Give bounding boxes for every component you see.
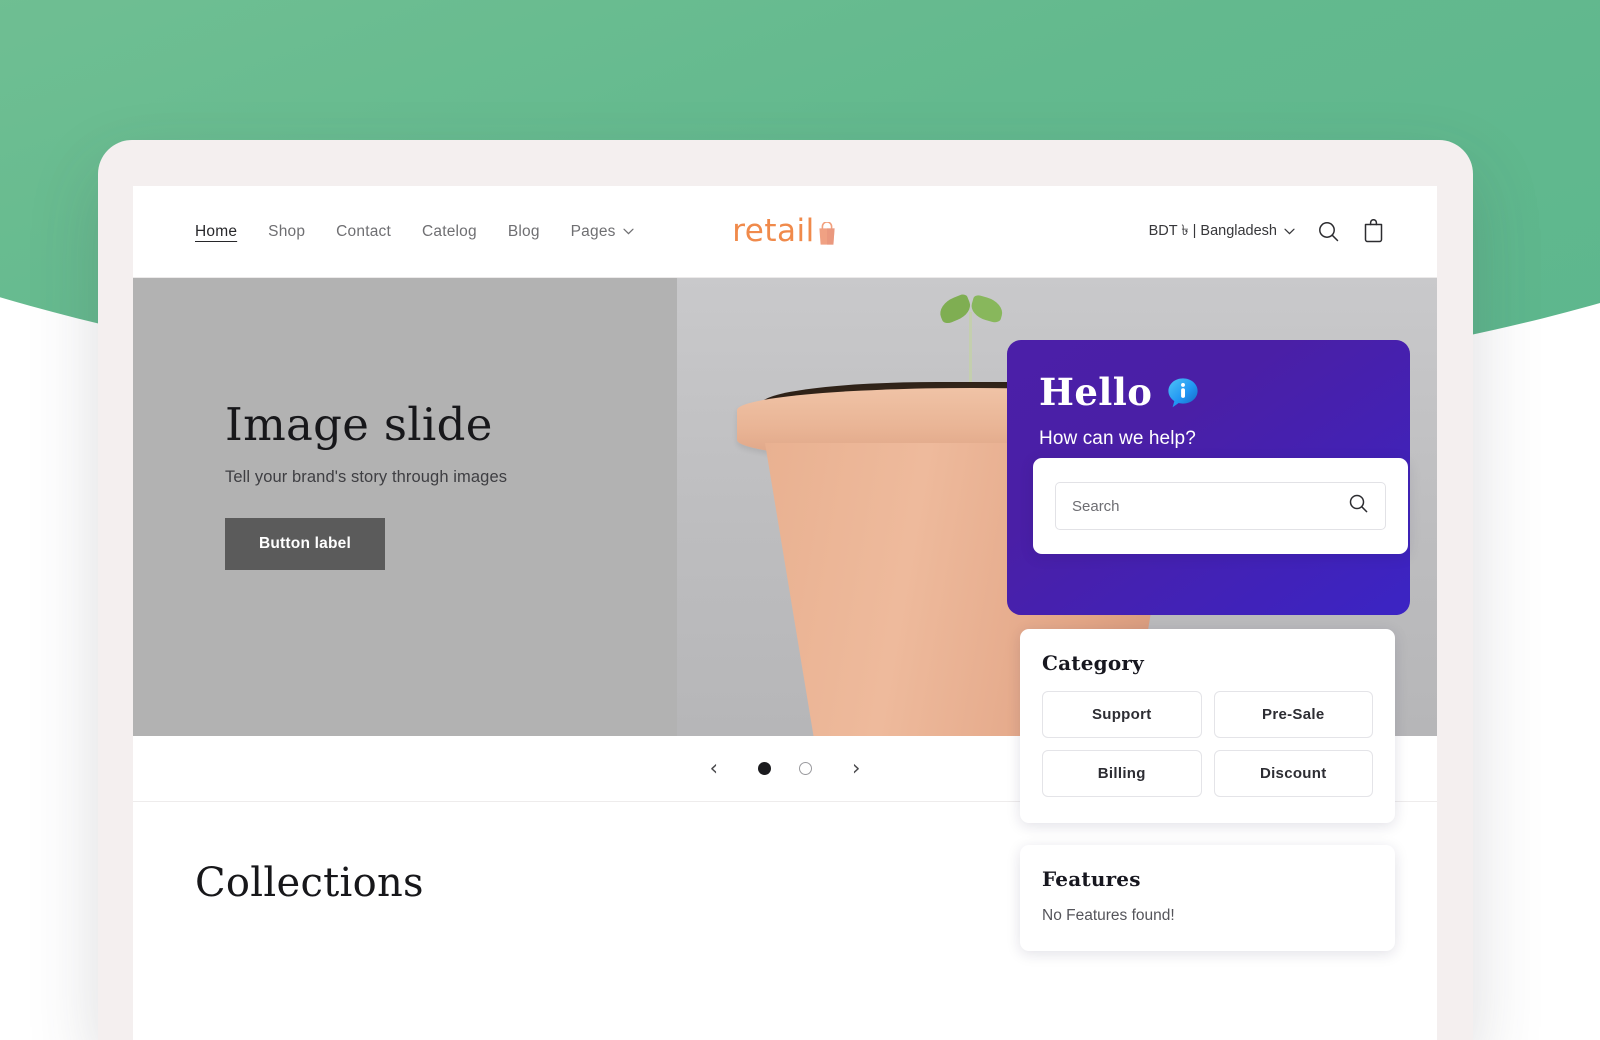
hero-subtitle: Tell your brand's story through images xyxy=(225,468,507,487)
header-actions: BDT ৳ | Bangladesh xyxy=(1149,219,1385,244)
chat-greeting-row: Hello xyxy=(1039,374,1378,411)
nav-item-home[interactable]: Home xyxy=(195,223,237,241)
chevron-down-icon xyxy=(1284,228,1295,235)
chat-features-card: Features No Features found! xyxy=(1020,845,1395,951)
category-button-billing[interactable]: Billing xyxy=(1042,750,1202,797)
carousel-dot-1[interactable] xyxy=(758,762,771,775)
site-header: Home Shop Contact Catelog Blog Pages ret… xyxy=(133,186,1437,278)
main-navigation: Home Shop Contact Catelog Blog Pages xyxy=(195,223,634,241)
category-button-grid: Support Pre-Sale Billing Discount xyxy=(1042,691,1373,797)
hero-copy: Image slide Tell your brand's story thro… xyxy=(225,400,507,570)
chevron-right-icon[interactable]: › xyxy=(840,754,872,783)
currency-selector[interactable]: BDT ৳ | Bangladesh xyxy=(1149,220,1295,244)
hero-title: Image slide xyxy=(225,400,507,450)
shopping-bag-icon xyxy=(816,222,838,246)
nav-item-blog[interactable]: Blog xyxy=(508,223,540,241)
category-button-discount[interactable]: Discount xyxy=(1214,750,1374,797)
category-button-support[interactable]: Support xyxy=(1042,691,1202,738)
category-title: Category xyxy=(1042,651,1373,675)
chevron-left-icon[interactable]: ‹ xyxy=(698,754,730,783)
brand-logo-link[interactable]: retail xyxy=(732,216,838,247)
search-input[interactable] xyxy=(1072,498,1348,515)
category-button-pre-sale[interactable]: Pre-Sale xyxy=(1214,691,1374,738)
nav-item-pages[interactable]: Pages xyxy=(571,223,634,241)
sprout-leaf-right xyxy=(969,294,1006,324)
chat-greeting: Hello xyxy=(1039,374,1152,411)
nav-item-contact[interactable]: Contact xyxy=(336,223,391,241)
features-empty-message: No Features found! xyxy=(1042,907,1373,925)
search-icon[interactable] xyxy=(1348,493,1369,519)
chat-subtitle: How can we help? xyxy=(1039,428,1378,450)
currency-selector-label: BDT ৳ | Bangladesh xyxy=(1149,220,1277,244)
search-icon[interactable] xyxy=(1317,220,1340,243)
info-bubble-icon xyxy=(1166,376,1200,410)
nav-item-shop[interactable]: Shop xyxy=(268,223,305,241)
nav-item-pages-label: Pages xyxy=(571,223,616,241)
hero-cta-button[interactable]: Button label xyxy=(225,518,385,570)
cart-icon[interactable] xyxy=(1362,219,1385,244)
chat-search-box[interactable] xyxy=(1055,482,1386,530)
chevron-down-icon xyxy=(623,228,634,235)
chat-help-widget: Hello How can we help? xyxy=(1007,340,1410,951)
nav-item-catelog[interactable]: Catelog xyxy=(422,223,477,241)
brand-name: retail xyxy=(732,216,815,247)
carousel-dot-2[interactable] xyxy=(799,762,812,775)
features-title: Features xyxy=(1042,867,1373,891)
chat-search-card xyxy=(1033,458,1408,554)
chat-category-card: Category Support Pre-Sale Billing Discou… xyxy=(1020,629,1395,823)
